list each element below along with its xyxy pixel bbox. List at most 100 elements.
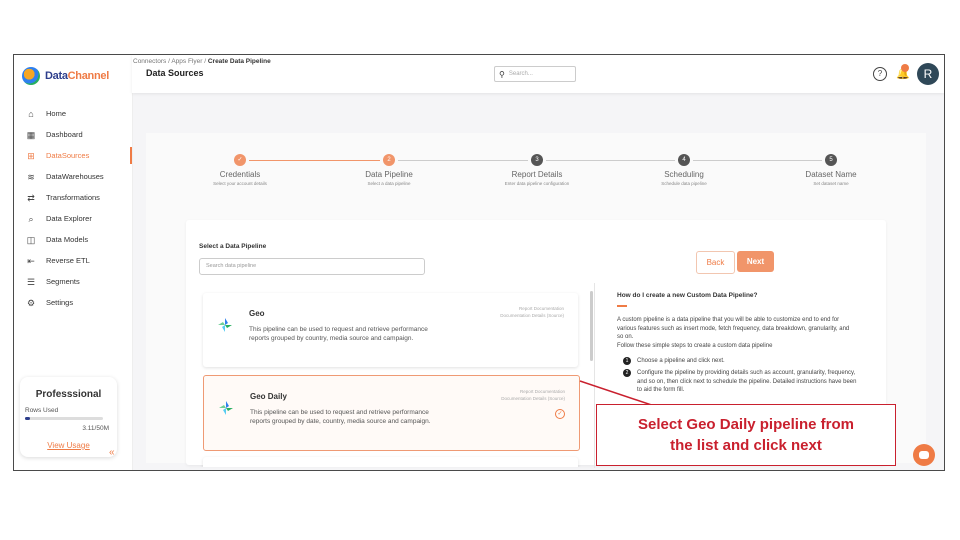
global-search-input[interactable]: ⚲ Search... [494,66,576,82]
step-subtitle: Enter data pipeline configuration [504,181,570,186]
step-subtitle: Select your account details [213,181,267,186]
documentation-details-link[interactable]: Documentation Details (Source) [500,312,564,319]
pipeline-list-scrollbar[interactable] [590,291,593,361]
sidebar-item-data-explorer[interactable]: ⌕ Data Explorer [14,208,132,229]
sidebar-item-datasources[interactable]: ⊞ DataSources [14,145,132,166]
help-step-2-text: Configure the pipeline by providing deta… [637,370,857,394]
appsflyer-icon [218,318,232,332]
pipeline-list: Geo This pipeline can be used to request … [199,287,589,467]
sidebar-item-label: Data Models [46,235,89,244]
datachannel-logo-icon [22,67,40,85]
next-button[interactable]: Next [737,251,774,272]
sidebar-item-label: Dashboard [46,130,83,139]
step-number: 4 [678,154,690,166]
sidebar-item-label: Data Explorer [46,214,92,223]
help-body: A custom pipeline is a data pipeline tha… [617,316,857,350]
help-icon[interactable]: ? [873,67,887,81]
breadcrumb-current: Create Data Pipeline [207,58,271,65]
report-documentation-link[interactable]: Report Documentation [500,305,564,312]
instruction-callout: Select Geo Daily pipeline from the list … [596,404,896,466]
segments-icon: ☰ [26,276,36,287]
step-number: 2 [383,154,395,166]
step-number: 5 [825,154,837,166]
sidebar-item-home[interactable]: ⌂ Home [14,103,132,124]
help-step-1: 1 Choose a pipeline and click next. [623,357,858,366]
breadcrumb: Connectors / Apps Flyer / Create Data Pi… [133,58,271,65]
pipeline-search-input[interactable]: Search data pipeline [199,258,425,275]
settings-icon: ⚙ [26,297,36,308]
notification-badge [901,64,909,72]
select-pipeline-label: Select a Data Pipeline [199,243,267,250]
step-name: Report Details [511,170,563,179]
breadcrumb-separator: / [168,58,170,65]
rows-used-label: Rows Used [25,407,59,414]
selected-check-icon: ✓ [555,409,565,419]
step-name: Credentials [219,170,261,179]
usage-bar-fill [25,417,30,420]
pipeline-item-geo-daily[interactable]: Geo Daily This pipeline can be used to re… [203,375,580,451]
step-done-check-icon: ✓ [234,154,246,166]
breadcrumb-connectors[interactable]: Connectors [133,58,166,65]
sidebar-item-label: Segments [46,277,80,286]
callout-line-2: the list and click next [670,437,822,454]
sidebar-item-transformations[interactable]: ⇄ Transformations [14,187,132,208]
sidebar-item-label: Transformations [46,193,100,202]
step-4: 4 Scheduling Schedule data pipeline [614,154,754,186]
collapse-sidebar-icon[interactable]: « [109,447,115,458]
plan-card: Professsional Rows Used 3.11/50M View Us… [20,377,117,457]
documentation-details-link[interactable]: Documentation Details (Source) [501,395,565,402]
report-documentation-link[interactable]: Report Documentation [501,388,565,395]
help-step-1-text: Choose a pipeline and click next. [637,358,725,364]
pipeline-docs: Report Documentation Documentation Detail… [500,305,564,319]
back-button[interactable]: Back [696,251,735,274]
breadcrumb-apps-flyer[interactable]: Apps Flyer [171,58,202,65]
sidebar-item-datawarehouses[interactable]: ≋ DataWarehouses [14,166,132,187]
help-description: A custom pipeline is a data pipeline tha… [617,317,850,341]
sidebar-item-dashboard[interactable]: ▦ Dashboard [14,124,132,145]
pipeline-item-installs[interactable]: InstallsReport Documentation [203,457,578,467]
avatar[interactable]: R [917,63,939,85]
sidebar-item-label: Settings [46,298,74,307]
sidebar-item-settings[interactable]: ⚙ Settings [14,292,132,313]
warehouse-icon: ≋ [27,171,35,182]
plan-title: Professsional [35,389,102,400]
transform-icon: ⇄ [27,192,35,203]
help-step-2: 2 Configure the pipeline by providing de… [623,369,858,395]
usage-bar [25,417,103,420]
reverse-etl-icon: ⇤ [27,255,35,266]
sidebar-item-reverse-etl[interactable]: ⇤ Reverse ETL [14,250,132,271]
view-usage-link[interactable]: View Usage [20,441,117,450]
step-3: 3 Report Details Enter data pipeline confi… [467,154,607,186]
chat-bubble-icon[interactable] [913,444,935,466]
page-title: Data Sources [146,68,204,78]
step-name: Data Pipeline [365,170,413,179]
step-2: 2 Data Pipeline Select a data pipeline [319,154,459,186]
brand-name: DataChannel [45,70,109,82]
pipeline-item-geo[interactable]: Geo This pipeline can be used to request … [203,293,578,367]
appsflyer-icon [219,401,233,415]
step-number-badge: 1 [623,357,631,365]
pipeline-name: Geo [249,309,265,318]
dashboard-icon: ▦ [26,129,36,140]
pipeline-docs: Report Documentation Documentation Detail… [501,388,565,402]
step-subtitle: Select a data pipeline [367,181,411,186]
step-subtitle: Set dataset name [813,181,849,186]
sidebar: DataChannel ⌂ Home ▦ Dashboard ⊞ DataSources ≋… [14,55,133,470]
sidebar-nav: ⌂ Home ▦ Dashboard ⊞ DataSources ≋ DataWarehous… [14,103,132,313]
datasources-icon: ⊞ [27,150,35,161]
sidebar-item-label: DataWarehouses [46,172,104,181]
divider [594,283,595,468]
help-title: How do I create a new Custom Data Pipeli… [617,292,758,299]
sidebar-item-segments[interactable]: ☰ Segments [14,271,132,292]
sidebar-item-label: Reverse ETL [46,256,90,265]
brand[interactable]: DataChannel [22,65,109,87]
step-subtitle: Schedule data pipeline [661,181,707,186]
sidebar-item-data-models[interactable]: ◫ Data Models [14,229,132,250]
step-name: Dataset Name [805,170,857,179]
step-1: ✓ Credentials Select your account details [170,154,310,186]
rows-used-count: 3.11/50M [82,425,109,432]
home-icon: ⌂ [28,108,34,119]
help-steps-intro: Follow these simple steps to create a cu… [617,342,773,349]
help-accent-bar [617,305,627,307]
step-name: Scheduling [664,170,704,179]
